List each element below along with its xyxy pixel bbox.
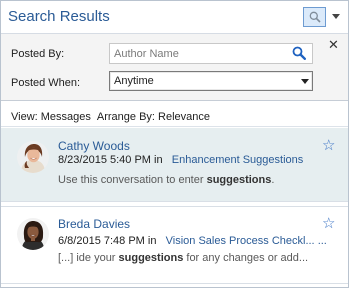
pane-header: Search Results bbox=[1, 1, 348, 33]
arrange-by-selector[interactable]: Arrange By: Relevance bbox=[97, 111, 210, 123]
avatar bbox=[17, 141, 49, 173]
star-outline-icon[interactable]: ☆ bbox=[322, 216, 335, 231]
view-selector[interactable]: View: Messages bbox=[11, 111, 91, 123]
author-name-input[interactable] bbox=[110, 44, 290, 63]
result-date: 6/8/2015 7:48 PM bbox=[58, 235, 145, 247]
view-options-bar: View: Messages Arrange By: Relevance bbox=[1, 105, 348, 127]
result-in-label: in bbox=[154, 154, 163, 166]
result-in-label: in bbox=[147, 235, 157, 247]
result-meta: 8/23/2015 5:40 PM in Enhancement Suggest… bbox=[58, 154, 303, 166]
search-toggle-button[interactable] bbox=[303, 7, 326, 27]
search-results-pane: Search Results ✕ Posted By: Posted When:… bbox=[0, 0, 349, 288]
posted-when-value: Anytime bbox=[114, 75, 154, 87]
more-groups-link[interactable]: ... bbox=[318, 235, 327, 247]
result-author-link[interactable]: Cathy Woods bbox=[58, 139, 130, 153]
result-group-link[interactable]: Enhancement Suggestions bbox=[172, 154, 303, 166]
result-meta: 6/8/2015 7:48 PM in Vision Sales Process… bbox=[58, 235, 327, 247]
result-snippet: [...] ide your suggestions for any chang… bbox=[58, 252, 309, 264]
avatar bbox=[17, 218, 49, 250]
posted-by-label: Posted By: bbox=[11, 48, 65, 60]
result-item[interactable]: Breda Davies 6/8/2015 7:48 PM in Vision … bbox=[1, 206, 348, 284]
star-outline-icon[interactable]: ☆ bbox=[322, 138, 335, 153]
result-date: 8/23/2015 5:40 PM bbox=[58, 154, 151, 166]
pane-title: Search Results bbox=[8, 8, 110, 25]
chevron-down-icon[interactable] bbox=[332, 14, 340, 19]
search-icon bbox=[309, 11, 321, 23]
author-name-field[interactable] bbox=[109, 43, 313, 64]
posted-when-select[interactable]: Anytime bbox=[109, 71, 313, 91]
posted-when-label: Posted When: bbox=[11, 77, 81, 89]
result-item[interactable]: Cathy Woods 8/23/2015 5:40 PM in Enhance… bbox=[1, 128, 348, 202]
chevron-down-icon bbox=[301, 79, 309, 84]
close-icon[interactable]: ✕ bbox=[328, 38, 339, 51]
result-author-link[interactable]: Breda Davies bbox=[58, 217, 130, 231]
search-filter-form: ✕ Posted By: Posted When: Anytime bbox=[1, 33, 348, 101]
result-group-link[interactable]: Vision Sales Process Checkl... bbox=[166, 235, 315, 247]
search-icon[interactable] bbox=[292, 46, 306, 60]
result-snippet: Use this conversation to enter suggestio… bbox=[58, 174, 275, 186]
